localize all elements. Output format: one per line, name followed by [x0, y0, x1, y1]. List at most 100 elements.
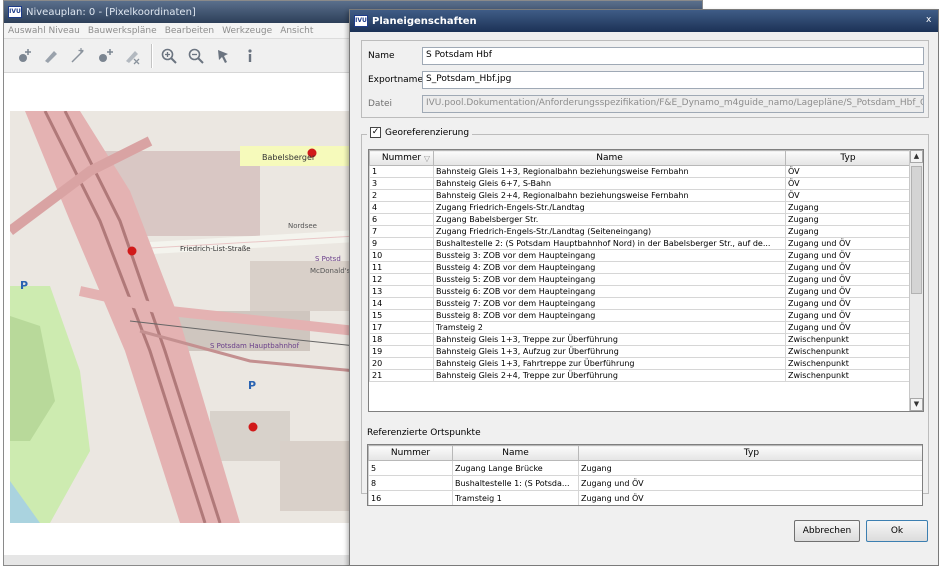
table-cell-typ: Zugang und ÖV — [785, 297, 911, 310]
table-cell-nr: 16 — [368, 490, 453, 505]
table-cell-name: Bussteig 4: ZOB vor dem Haupteingang — [433, 261, 786, 274]
table-cell-name: Bushaltestelle 1: (S Potsda... — [452, 475, 579, 491]
zoom-in-icon[interactable] — [157, 44, 181, 68]
table-cell-nr: 10 — [369, 249, 434, 262]
station-map[interactable]: Babelsberger Friedrich-List-Straße Nords… — [10, 111, 356, 523]
table-row[interactable]: 15 Bussteig 8: ZOB vor dem Haupteingang Zu… — [369, 309, 911, 322]
scroll-down-icon[interactable]: ▼ — [910, 398, 923, 411]
table-cell-name: Bushaltestelle 2: (S Potsdam Hauptbahnho… — [433, 237, 786, 250]
add-area-icon[interactable] — [39, 44, 63, 68]
table-row[interactable]: 19 Bahnsteig Gleis 1+3, Aufzug zur Überfü… — [369, 345, 911, 358]
name-label: Name — [368, 51, 395, 61]
table-row[interactable]: 6 Zugang Babelsberger Str. Zugang — [369, 213, 911, 226]
table-row[interactable]: 12 Bussteig 5: ZOB vor dem Haupteingang Zu… — [369, 273, 911, 286]
dialog-app-logo-icon: IVU — [354, 15, 368, 27]
column-header-typ[interactable]: Typ — [785, 150, 911, 166]
menu-auswahl-niveau[interactable]: Auswahl Niveau — [8, 26, 80, 36]
ok-button[interactable]: Ok — [866, 520, 928, 542]
table-row[interactable]: 21 Bahnsteig Gleis 2+4, Treppe zur Überfü… — [369, 369, 911, 382]
exportname-label: Exportname — [368, 75, 423, 85]
map-label-parking: P — [248, 379, 256, 392]
table-row[interactable]: 4 Zugang Friedrich-Engels-Str./Landtag Zug… — [369, 201, 911, 214]
georeferenzierung-group: ✓ Georeferenzierung Nummer ▽ Name Typ 1 Ba… — [361, 127, 929, 494]
datei-label: Datei — [368, 99, 393, 109]
scroll-thumb[interactable] — [911, 166, 922, 294]
name-field[interactable]: S Potsdam Hbf — [422, 47, 924, 65]
table-cell-nr: 2 — [369, 189, 434, 202]
datei-field: IVU.pool.Dokumentation/Anforderungsspezi… — [422, 95, 924, 113]
table-cell-typ: Zwischenpunkt — [785, 333, 911, 346]
table-cell-name: Bussteig 3: ZOB vor dem Haupteingang — [433, 249, 786, 262]
menu-bauwerksplaene[interactable]: Bauwerkspläne — [88, 26, 157, 36]
table-cell-nr: 8 — [368, 475, 453, 491]
exportname-field[interactable]: S_Potsdam_Hbf.jpg — [422, 71, 924, 89]
table-row[interactable]: 3 Bahnsteig Gleis 6+7, S-Bahn ÖV — [369, 177, 911, 190]
exportname-row: Exportname S_Potsdam_Hbf.jpg — [368, 71, 924, 89]
column-header-name[interactable]: Name — [433, 150, 786, 166]
add-point-icon[interactable] — [12, 44, 36, 68]
column-header-nummer[interactable]: Nummer ▽ — [369, 150, 434, 166]
georeferenzierung-checkbox[interactable]: ✓ — [370, 127, 381, 138]
table-cell-typ: Zugang — [785, 201, 911, 214]
table-cell-name: Bussteig 8: ZOB vor dem Haupteingang — [433, 309, 786, 322]
table-row[interactable]: 11 Bussteig 4: ZOB vor dem Haupteingang Zu… — [369, 261, 911, 274]
table-row[interactable]: 16 Tramsteig 1 Zugang und ÖV — [368, 490, 922, 505]
zoom-out-icon[interactable] — [184, 44, 208, 68]
georef-scrollbar[interactable]: ▲ ▼ — [909, 150, 923, 411]
add-line-icon[interactable] — [66, 44, 90, 68]
referenced-points-table: Nummer Name Typ 5 Zugang Lange Brücke Zuga… — [367, 444, 923, 506]
table-row[interactable]: 5 Zugang Lange Brücke Zugang — [368, 460, 922, 476]
ref-column-header-typ[interactable]: Typ — [578, 445, 922, 461]
table-row[interactable]: 9 Bushaltestelle 2: (S Potsdam Hauptbahnh… — [369, 237, 911, 250]
table-cell-typ: Zugang und ÖV — [785, 321, 911, 334]
map-label-babelsberger: Babelsberger — [262, 153, 316, 162]
table-cell-typ: ÖV — [785, 189, 911, 202]
table-cell-nr: 18 — [369, 333, 434, 346]
table-row[interactable]: 20 Bahnsteig Gleis 1+3, Fahrtreppe zur Üb… — [369, 357, 911, 370]
table-row[interactable]: 7 Zugang Friedrich-Engels-Str./Landtag (S… — [369, 225, 911, 238]
table-cell-nr: 4 — [369, 201, 434, 214]
delete-icon[interactable] — [120, 44, 144, 68]
table-cell-typ: Zwischenpunkt — [785, 369, 911, 382]
table-cell-nr: 3 — [369, 177, 434, 190]
table-row[interactable]: 8 Bushaltestelle 1: (S Potsda... Zugang un… — [368, 475, 922, 491]
datei-row: Datei IVU.pool.Dokumentation/Anforderung… — [368, 95, 924, 113]
table-cell-typ: Zugang und ÖV — [578, 490, 922, 505]
table-cell-nr: 1 — [369, 165, 434, 178]
menu-bearbeiten[interactable]: Bearbeiten — [165, 26, 214, 36]
table-row[interactable]: 2 Bahnsteig Gleis 2+4, Regionalbahn bezie… — [369, 189, 911, 202]
table-row[interactable]: 17 Tramsteig 2 Zugang und ÖV — [369, 321, 911, 334]
niveauplan-title: Niveauplan: 0 - [Pixelkoordinaten] — [26, 6, 196, 18]
table-cell-typ: Zugang und ÖV — [578, 475, 922, 491]
table-cell-typ: Zugang und ÖV — [785, 261, 911, 274]
table-cell-nr: 21 — [369, 369, 434, 382]
table-cell-typ: ÖV — [785, 165, 911, 178]
table-cell-nr: 5 — [368, 460, 453, 476]
table-row[interactable]: 13 Bussteig 6: ZOB vor dem Haupteingang Zu… — [369, 285, 911, 298]
pointer-icon[interactable] — [211, 44, 235, 68]
table-cell-typ: Zugang — [578, 460, 922, 476]
filter-icon[interactable]: ▽ — [424, 154, 430, 163]
georef-header-row: Nummer ▽ Name Typ — [369, 150, 911, 166]
map-label-parking-2: P — [20, 279, 28, 292]
table-row[interactable]: 18 Bahnsteig Gleis 1+3, Treppe zur Überfü… — [369, 333, 911, 346]
table-row[interactable]: 1 Bahnsteig Gleis 1+3, Regionalbahn bezie… — [369, 165, 911, 178]
table-row[interactable]: 10 Bussteig 3: ZOB vor dem Haupteingang Zu… — [369, 249, 911, 262]
table-row[interactable]: 14 Bussteig 7: ZOB vor dem Haupteingang Zu… — [369, 297, 911, 310]
abbrechen-button[interactable]: Abbrechen — [794, 520, 860, 542]
table-cell-typ: Zugang und ÖV — [785, 237, 911, 250]
table-cell-name: Tramsteig 2 — [433, 321, 786, 334]
close-icon[interactable]: x — [926, 15, 936, 27]
info-icon[interactable] — [238, 44, 262, 68]
map-label-bahnhof: S Potsdam Hauptbahnhof — [210, 342, 300, 350]
table-cell-nr: 19 — [369, 345, 434, 358]
table-cell-name: Bussteig 6: ZOB vor dem Haupteingang — [433, 285, 786, 298]
dialog-titlebar: IVU Planeigenschaften — [350, 10, 938, 32]
ref-column-header-nummer[interactable]: Nummer — [368, 445, 453, 461]
menu-werkzeuge[interactable]: Werkzeuge — [222, 26, 272, 36]
scroll-up-icon[interactable]: ▲ — [910, 150, 923, 163]
table-cell-nr: 13 — [369, 285, 434, 298]
menu-ansicht[interactable]: Ansicht — [280, 26, 313, 36]
ref-column-header-name[interactable]: Name — [452, 445, 579, 461]
add-node-icon[interactable] — [93, 44, 117, 68]
